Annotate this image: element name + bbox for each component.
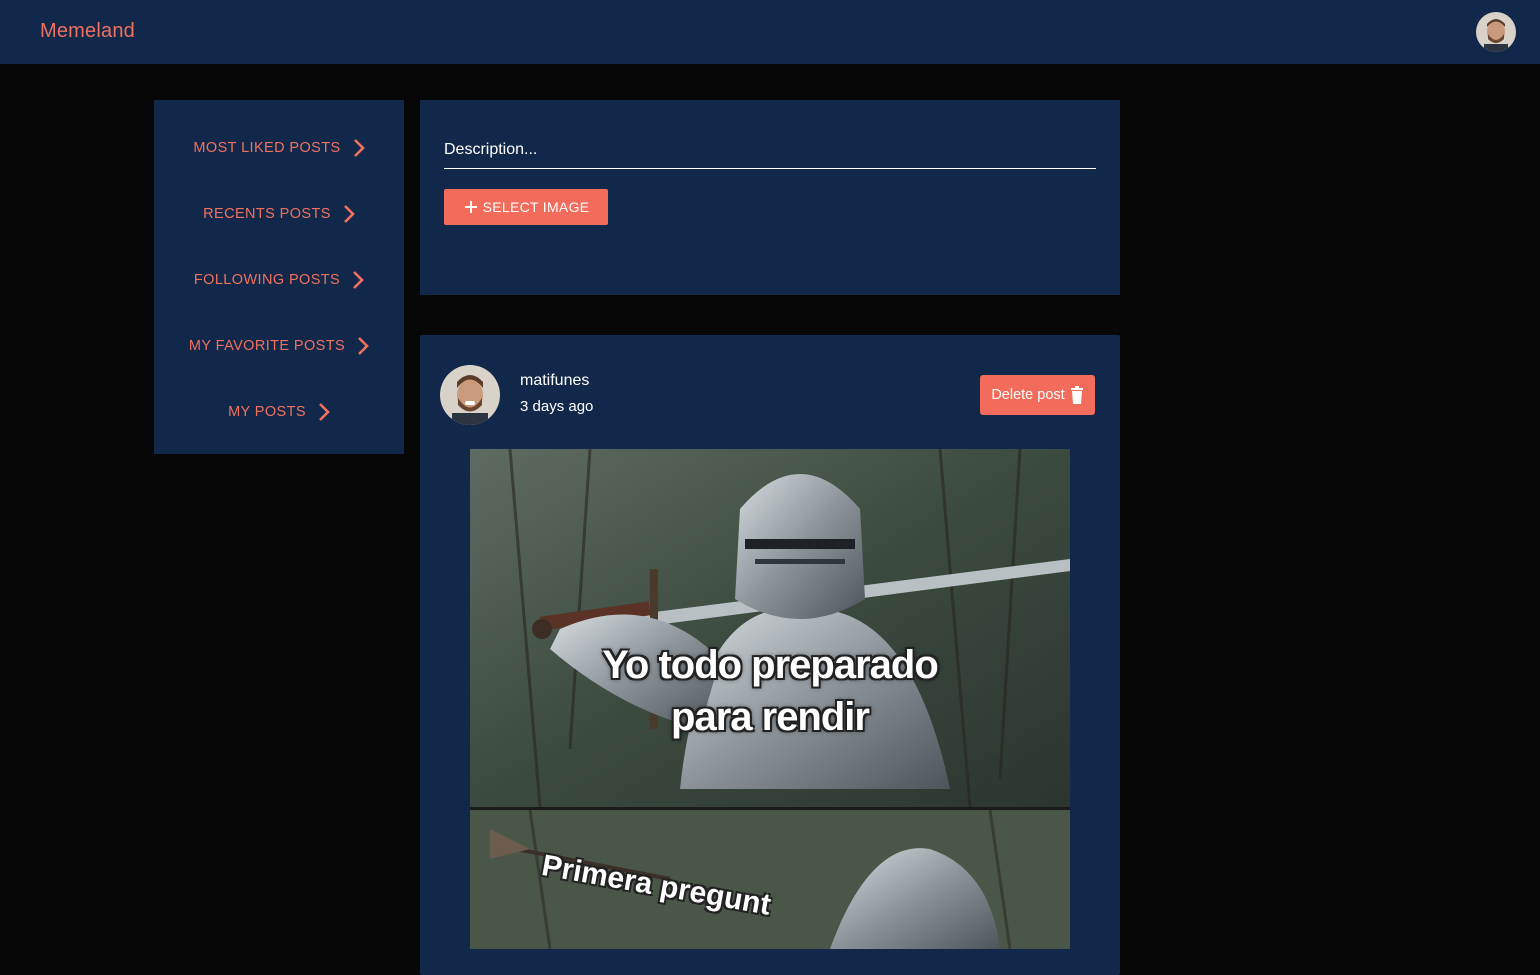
- post-card: matifunes 3 days ago Delete post Yo todo…: [420, 335, 1120, 975]
- sidebar-item-label: MY FAVORITE POSTS: [188, 338, 346, 354]
- meme-caption-top: Yo todo preparado para rendir: [602, 643, 939, 739]
- chevron-right-icon: [343, 204, 355, 224]
- sidebar-item-recents-posts[interactable]: RECENTS POSTS: [154, 194, 404, 234]
- chevron-right-icon: [352, 270, 364, 290]
- sidebar-item-label: FOLLOWING POSTS: [193, 272, 341, 288]
- new-post-composer: SELECT IMAGE: [420, 100, 1120, 295]
- sidebar-item-my-favorite-posts[interactable]: MY FAVORITE POSTS: [154, 326, 404, 366]
- sidebar-item-label: MY POSTS: [228, 404, 306, 420]
- user-avatar[interactable]: [1476, 12, 1516, 52]
- delete-post-label: Delete post: [991, 387, 1065, 403]
- trash-icon: [1070, 386, 1084, 404]
- sidebar-item-following-posts[interactable]: FOLLOWING POSTS: [154, 260, 404, 300]
- plus-icon: [463, 199, 479, 215]
- select-image-button[interactable]: SELECT IMAGE: [444, 189, 608, 225]
- delete-post-button[interactable]: Delete post: [980, 375, 1095, 415]
- post-author-username[interactable]: matifunes: [520, 372, 589, 390]
- post-author-avatar[interactable]: [440, 365, 500, 425]
- sidebar: MOST LIKED POSTS RECENTS POSTS FOLLOWING…: [154, 100, 404, 454]
- sidebar-item-my-posts[interactable]: MY POSTS: [154, 392, 404, 432]
- avatar-image: [1476, 12, 1516, 52]
- description-input[interactable]: [444, 136, 1096, 169]
- chevron-right-icon: [357, 336, 369, 356]
- select-image-label: SELECT IMAGE: [482, 199, 590, 215]
- chevron-right-icon: [318, 402, 330, 422]
- brand-logo-text[interactable]: Memeland: [40, 20, 135, 43]
- post-timestamp: 3 days ago: [520, 398, 594, 415]
- chevron-right-icon: [353, 138, 365, 158]
- avatar-image: [440, 365, 500, 425]
- post-image[interactable]: Yo todo preparado para rendir Primera pr…: [470, 449, 1070, 949]
- sidebar-item-label: RECENTS POSTS: [203, 206, 331, 222]
- top-app-bar: Memeland: [0, 0, 1540, 64]
- sidebar-item-label: MOST LIKED POSTS: [193, 140, 341, 156]
- sidebar-item-most-liked-posts[interactable]: MOST LIKED POSTS: [154, 128, 404, 168]
